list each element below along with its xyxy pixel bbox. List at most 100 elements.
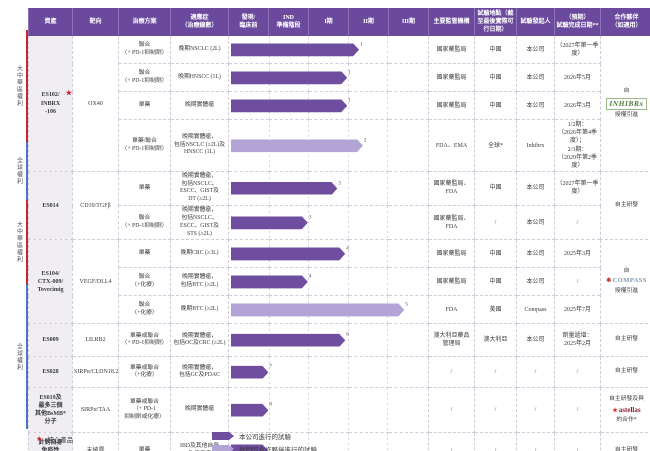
milestone-cell: （2027年第一季度） bbox=[554, 35, 601, 65]
regulator-cell: 國家藥監局、 FDA bbox=[428, 170, 475, 207]
partner-suffix: 授權引進 bbox=[614, 288, 639, 295]
col-header-phase3: III期 bbox=[388, 7, 429, 37]
trial-phase-bar bbox=[231, 216, 308, 229]
target-cell: LILRB2 bbox=[72, 323, 119, 358]
location-cell: 中國 bbox=[474, 91, 517, 121]
compass-logo: COMPASS bbox=[606, 277, 647, 286]
indication-cell: 晚期HNSCC (1L) bbox=[170, 63, 229, 93]
regulator-cell: FDA、EMA bbox=[428, 119, 475, 172]
phase-cell: 1 bbox=[228, 35, 429, 65]
asset-cell-es019: ES019及 最多三個 其他BsMB* 分子 bbox=[28, 387, 73, 434]
asset-cell-es102: ES102/ INBRX -106 ★ bbox=[28, 35, 73, 172]
section-label: 大中華區權利 bbox=[15, 221, 22, 263]
sponsor-cell: 本公司 bbox=[516, 323, 555, 358]
phase-cell: 3 bbox=[228, 170, 429, 207]
plan-cell: 單藥 bbox=[118, 170, 171, 207]
partner-cell-compass: 自 COMPASS 授權引進 bbox=[600, 239, 650, 325]
indication-cell: 晚期實體瘤， 包括NSCLC (≥2L)及 HNSCC (1L) bbox=[170, 119, 229, 172]
target-cell: VEGF/DLL4 bbox=[72, 239, 119, 325]
trial-phase-bar bbox=[231, 71, 347, 84]
milestone-cell: （2027年第一季度） bbox=[554, 170, 601, 207]
plan-cell: 單藥/聯合 （+ PD-1抑制劑） bbox=[118, 119, 171, 172]
sponsor-cell: 本公司 bbox=[516, 91, 555, 121]
location-cell: 澳大利亞 bbox=[474, 323, 517, 358]
phase-cell: 2 bbox=[228, 119, 429, 172]
phase-cell: 4 bbox=[228, 239, 429, 269]
trial-phase-bar bbox=[231, 99, 347, 112]
section-rail-global-1: 全球權利 bbox=[2, 142, 28, 200]
regulator-cell: 國家藥監局 bbox=[428, 63, 475, 93]
location-cell: 中國 bbox=[474, 267, 517, 297]
table-row: 聯合 （+ PD-1抑制劑） 晚期實體瘤， 包括NSCLC、 ESCC、GIST… bbox=[29, 205, 650, 241]
bar-sup: 5 bbox=[405, 302, 408, 308]
bar-sup: 4 bbox=[308, 274, 312, 280]
col-header-plan: 治療方案 bbox=[118, 7, 171, 37]
trial-phase-bar bbox=[231, 275, 308, 288]
bar-sup: 3 bbox=[308, 215, 312, 221]
location-cell: 中國 bbox=[474, 35, 517, 65]
table-row: ES104/ CTX-009/ Tovecimig VEGF/DLL4 單藥 晚… bbox=[28, 239, 650, 325]
target-cell: 未披露 bbox=[72, 432, 119, 451]
section-rail-greater-china-1: 大中華區權利 bbox=[2, 30, 28, 142]
inhibrx-logo: INHIBRx bbox=[606, 97, 647, 110]
table-row: 單藥/聯合 （+ PD-1抑制劑） 晚期實體瘤， 包括NSCLC (≥2L)及 … bbox=[29, 119, 650, 172]
regulator-cell: / bbox=[428, 432, 475, 451]
legend-light-label: 我們的合作夥伴進行的試驗 bbox=[239, 447, 317, 451]
trial-phase-bar bbox=[231, 247, 345, 260]
indication-cell: 晚期NSCLC (2L) bbox=[170, 35, 229, 65]
col-header-asset: 資產 bbox=[28, 7, 73, 37]
legend-bars: 本公司進行的試驗 我們的合作夥伴進行的試驗 bbox=[212, 431, 317, 451]
legend-partner-trial: 我們的合作夥伴進行的試驗 bbox=[212, 444, 317, 451]
partner-cell-inhibrx: 自 INHIBRx 授權引進 bbox=[600, 35, 650, 172]
indication-cell: 晚期CRC (≥3L) bbox=[170, 239, 229, 269]
table-row: 針對自身 免疫性 疾病的分子 未披露 單藥 IBD及其他自身 免疫疾病 / / … bbox=[28, 432, 650, 451]
milestone-cell: / bbox=[554, 205, 601, 241]
astellas-logo: astellas bbox=[612, 406, 641, 415]
location-cell: 中國 bbox=[474, 170, 517, 207]
plan-cell: 聯合 （+ PD-1抑制劑） bbox=[118, 205, 171, 241]
table-row: 聯合 （+ PD-1抑制劑） 晚期HNSCC (1L) 1 國家藥監局 中國 本… bbox=[29, 63, 650, 93]
partner-cell-inhouse: 自主研發 bbox=[600, 323, 650, 358]
core-product-star-icon: ★ bbox=[65, 89, 72, 98]
plan-cell: 單藥或聯合 （+ PD-1抑制劑） bbox=[118, 323, 171, 358]
legend-core-product: ★ 核心產品 bbox=[36, 434, 73, 444]
core-product-star-icon: ★ bbox=[36, 435, 43, 443]
sponsor-cell: / bbox=[516, 356, 555, 389]
partner-cell-inhouse: 自主研發 bbox=[600, 432, 650, 451]
location-cell: / bbox=[474, 205, 517, 241]
phase-cell: 1 bbox=[228, 91, 429, 121]
milestone-cell: 劑量遞增： 2025年2月 bbox=[554, 323, 601, 358]
milestone-cell: / bbox=[554, 387, 601, 434]
plan-cell: 聯合 （+化療） bbox=[118, 295, 171, 325]
table-row: ES102/ INBRX -106 ★ OX40 聯合 （+ PD-1抑制劑） 晚… bbox=[28, 35, 650, 172]
light-bar-swatch bbox=[212, 445, 234, 451]
regulator-cell: / bbox=[428, 356, 475, 389]
table-row: ES014 CD39/TGFβ 單藥 晚期實體瘤， 包括NSCLC、 ESCC、… bbox=[28, 170, 650, 241]
milestone-cell: 2026年5月 bbox=[554, 63, 601, 93]
plan-cell: 聯合 （+ PD-1抑制劑） bbox=[118, 35, 171, 65]
sponsor-cell: / bbox=[516, 432, 555, 451]
partner-cell-inhouse: 自主研發 bbox=[600, 356, 650, 389]
phase-cell: 8 bbox=[228, 387, 429, 434]
regulator-cell: 澳大利亞藥品 管理局 bbox=[428, 323, 475, 358]
partner-cell-inhouse: 自主研發 bbox=[600, 170, 650, 241]
trial-phase-bar bbox=[231, 303, 404, 316]
table-row: 單藥 晚期實體瘤 1 國家藥監局 中國 本公司 2026年3月 bbox=[29, 91, 650, 121]
sponsor-cell: 本公司 bbox=[516, 205, 555, 241]
regulator-cell: 國家藥監局、 FDA bbox=[428, 205, 475, 241]
indication-cell: 晚期實體瘤， 包括GC及PDAC bbox=[170, 356, 229, 389]
col-header-indication: 適應症 （治療線數） bbox=[170, 7, 229, 37]
partner-prefix: 自 bbox=[623, 267, 630, 274]
col-header-partner: 合作夥伴 （如適用） bbox=[600, 7, 650, 37]
target-cell: CD39/TGFβ bbox=[72, 170, 119, 241]
table-row: ES019及 最多三個 其他BsMB* 分子 SIRPα/TAA 單藥或聯合 （… bbox=[28, 387, 650, 434]
location-cell: / bbox=[474, 356, 517, 389]
milestone-cell: 2025年3月 bbox=[554, 239, 601, 269]
plan-cell: 單藥或聯合 （+ PD-1 抑制劑或化療） bbox=[118, 387, 171, 434]
sponsor-cell: 本公司 bbox=[516, 239, 555, 269]
trial-phase-bar bbox=[231, 139, 363, 152]
bar-sup: 1 bbox=[348, 98, 351, 104]
regulator-cell: 國家藥監局 bbox=[428, 267, 475, 297]
section-label: 全球權利 bbox=[15, 157, 22, 185]
plan-cell: 單藥 bbox=[118, 91, 171, 121]
